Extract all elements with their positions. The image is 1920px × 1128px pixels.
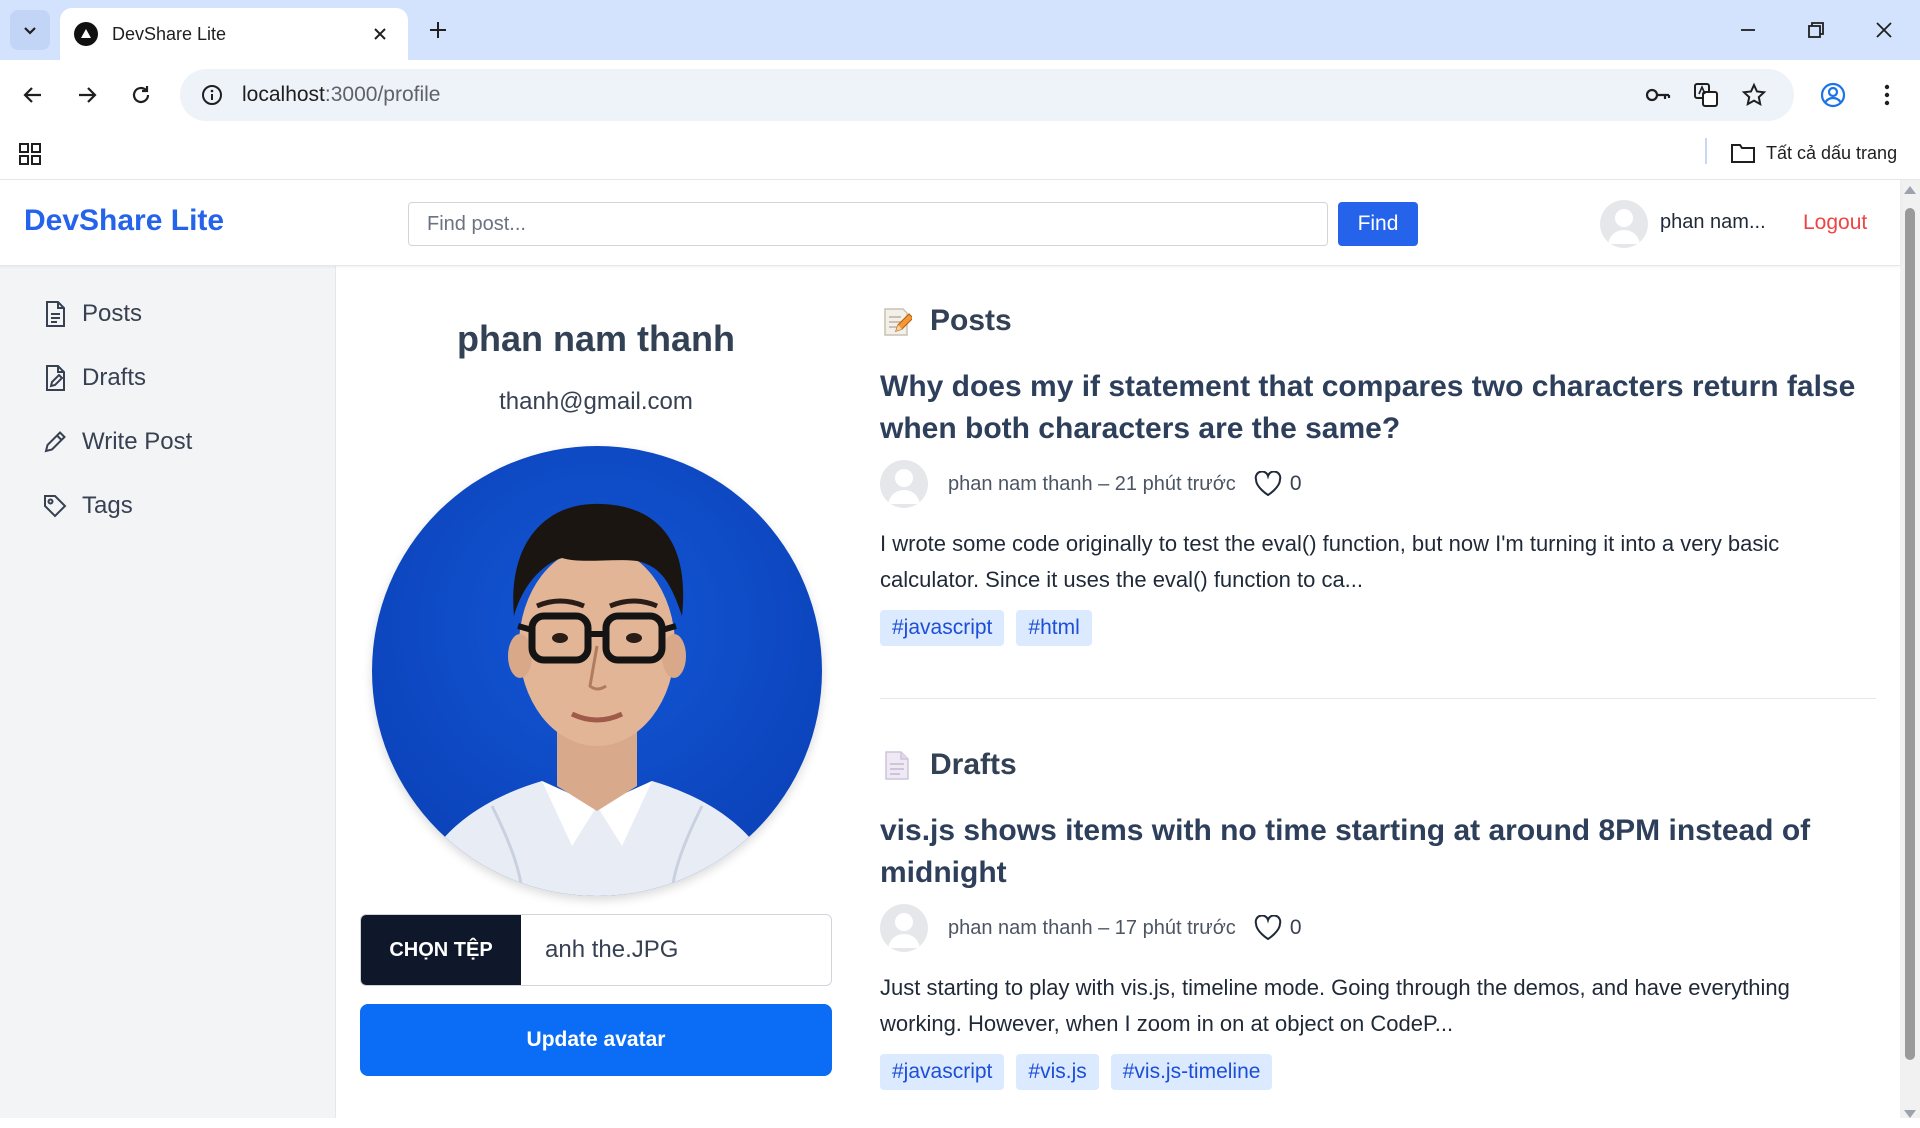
scroll-up-arrow-icon[interactable] — [1904, 186, 1916, 194]
draft-title-link[interactable]: vis.js shows items with no time starting… — [880, 810, 1876, 894]
address-bar[interactable]: localhost:3000/profile — [180, 69, 1794, 121]
favicon-icon — [74, 22, 98, 46]
post-author-time: phan nam thanh – 21 phút trước — [948, 472, 1236, 495]
apps-grid-icon[interactable] — [16, 140, 44, 168]
app-header: DevShare Lite Find phan nam... Logout — [0, 180, 1900, 266]
selected-file-name: anh the.JPG — [545, 936, 679, 963]
browser-tab-active[interactable]: DevShare Lite — [60, 8, 408, 60]
scroll-down-arrow-icon[interactable] — [1904, 1110, 1916, 1118]
more-menu-icon[interactable] — [1866, 74, 1908, 116]
posts-section-heading: Posts — [880, 304, 1012, 338]
bookmark-star-icon[interactable] — [1738, 79, 1770, 111]
draft-excerpt: Just starting to play with vis.js, timel… — [880, 975, 1790, 1036]
sidebar-item-label: Write Post — [82, 428, 193, 455]
post-meta: phan nam thanh – 21 phút trước 0 — [880, 460, 1876, 508]
tab-search-button[interactable] — [10, 10, 50, 50]
site-info-icon[interactable] — [198, 81, 226, 109]
sidebar-item-drafts[interactable]: Drafts — [40, 358, 146, 398]
page-icon — [880, 748, 914, 782]
draft-author-time: phan nam thanh – 17 phút trước — [948, 916, 1236, 939]
folder-icon — [1731, 144, 1755, 163]
tag-chip[interactable]: #vis.js-timeline — [1110, 1054, 1273, 1090]
minimize-icon[interactable] — [1720, 8, 1776, 52]
url-path: :3000/profile — [324, 83, 441, 106]
back-icon[interactable] — [12, 74, 54, 116]
like-button[interactable]: 0 — [1254, 915, 1302, 941]
tag-chip[interactable]: #javascript — [880, 1054, 1005, 1090]
forward-icon[interactable] — [66, 74, 108, 116]
tag-chip[interactable]: #vis.js — [1016, 1054, 1099, 1090]
heart-icon — [1254, 915, 1282, 941]
chevron-down-icon — [24, 27, 36, 35]
profile-email: thanh@gmail.com — [499, 388, 693, 415]
profile-name: phan nam thanh — [457, 318, 735, 359]
sidebar-item-write-post[interactable]: Write Post — [40, 422, 192, 462]
section-divider — [880, 698, 1876, 699]
post-tags: #javascript #html — [880, 610, 1876, 646]
translate-icon[interactable] — [1690, 79, 1722, 111]
pencil-icon — [40, 427, 70, 457]
file-icon — [40, 299, 70, 329]
tab-title: DevShare Lite — [112, 23, 227, 44]
drafts-section-heading: Drafts — [880, 748, 1017, 782]
find-button[interactable]: Find — [1338, 202, 1418, 246]
draft-tags: #javascript #vis.js #vis.js-timeline — [880, 1054, 1876, 1090]
post-title-link[interactable]: Why does my if statement that compares t… — [880, 366, 1876, 450]
url-host: localhost — [242, 83, 325, 106]
password-key-icon[interactable] — [1642, 79, 1674, 111]
reload-icon[interactable] — [120, 74, 162, 116]
all-bookmarks-button[interactable]: Tất cả dấu trang — [1730, 138, 1897, 168]
tag-chip[interactable]: #javascript — [880, 610, 1005, 646]
posts-heading-text: Posts — [930, 304, 1012, 337]
sidebar-item-label: Tags — [82, 492, 133, 519]
like-button[interactable]: 0 — [1254, 471, 1302, 497]
post-excerpt: I wrote some code originally to test the… — [880, 531, 1780, 592]
page-viewport: DevShare Lite Find phan nam... Logout Po… — [0, 180, 1920, 1118]
draft-card: vis.js shows items with no time starting… — [880, 810, 1876, 1090]
brand-logo[interactable]: DevShare Lite — [24, 204, 224, 238]
search-input[interactable] — [408, 202, 1328, 246]
scroll-thumb[interactable] — [1905, 208, 1915, 1060]
profile-avatar-photo — [372, 446, 822, 896]
author-avatar — [880, 904, 928, 952]
bookmarks-bar: Tất cả dấu trang — [0, 130, 1920, 180]
sidebar: Posts Drafts Write Post Tags — [0, 266, 336, 1118]
profile-panel: phan nam thanh thanh@gmail.com CHỌN TỆP … — [336, 266, 856, 1118]
new-tab-icon[interactable] — [420, 12, 456, 48]
draft-meta: phan nam thanh – 17 phút trước 0 — [880, 904, 1876, 952]
draft-icon — [40, 363, 70, 393]
sidebar-item-label: Posts — [82, 300, 143, 327]
all-bookmarks-label: Tất cả dấu trang — [1766, 142, 1898, 163]
bookmarks-separator — [1705, 138, 1707, 164]
author-avatar — [880, 460, 928, 508]
choose-file-button[interactable]: CHỌN TỆP — [361, 915, 521, 985]
user-avatar[interactable] — [1600, 200, 1648, 248]
logout-button[interactable]: Logout — [1803, 211, 1867, 235]
tag-icon — [40, 491, 70, 521]
close-window-icon[interactable] — [1856, 8, 1912, 52]
url-text: localhost:3000/profile — [242, 83, 440, 107]
like-count: 0 — [1289, 472, 1302, 495]
header-username[interactable]: phan nam... — [1660, 211, 1766, 234]
heart-icon — [1254, 471, 1282, 497]
avatar-file-input[interactable]: CHỌN TỆP anh the.JPG — [360, 914, 832, 986]
restore-icon[interactable] — [1788, 8, 1844, 52]
post-card: Why does my if statement that compares t… — [880, 366, 1876, 646]
profile-icon[interactable] — [1812, 74, 1854, 116]
memo-icon — [880, 304, 914, 338]
page-scrollbar[interactable] — [1900, 180, 1920, 1118]
tag-chip[interactable]: #html — [1016, 610, 1092, 646]
sidebar-item-tags[interactable]: Tags — [40, 486, 133, 526]
like-count: 0 — [1289, 916, 1302, 939]
browser-toolbar: localhost:3000/profile — [0, 60, 1920, 130]
sidebar-item-posts[interactable]: Posts — [40, 294, 142, 334]
sidebar-item-label: Drafts — [82, 364, 147, 391]
update-avatar-button[interactable]: Update avatar — [360, 1004, 832, 1076]
browser-tab-bar: DevShare Lite — [0, 0, 1920, 60]
drafts-heading-text: Drafts — [930, 748, 1017, 781]
tab-close-icon[interactable] — [366, 20, 394, 48]
